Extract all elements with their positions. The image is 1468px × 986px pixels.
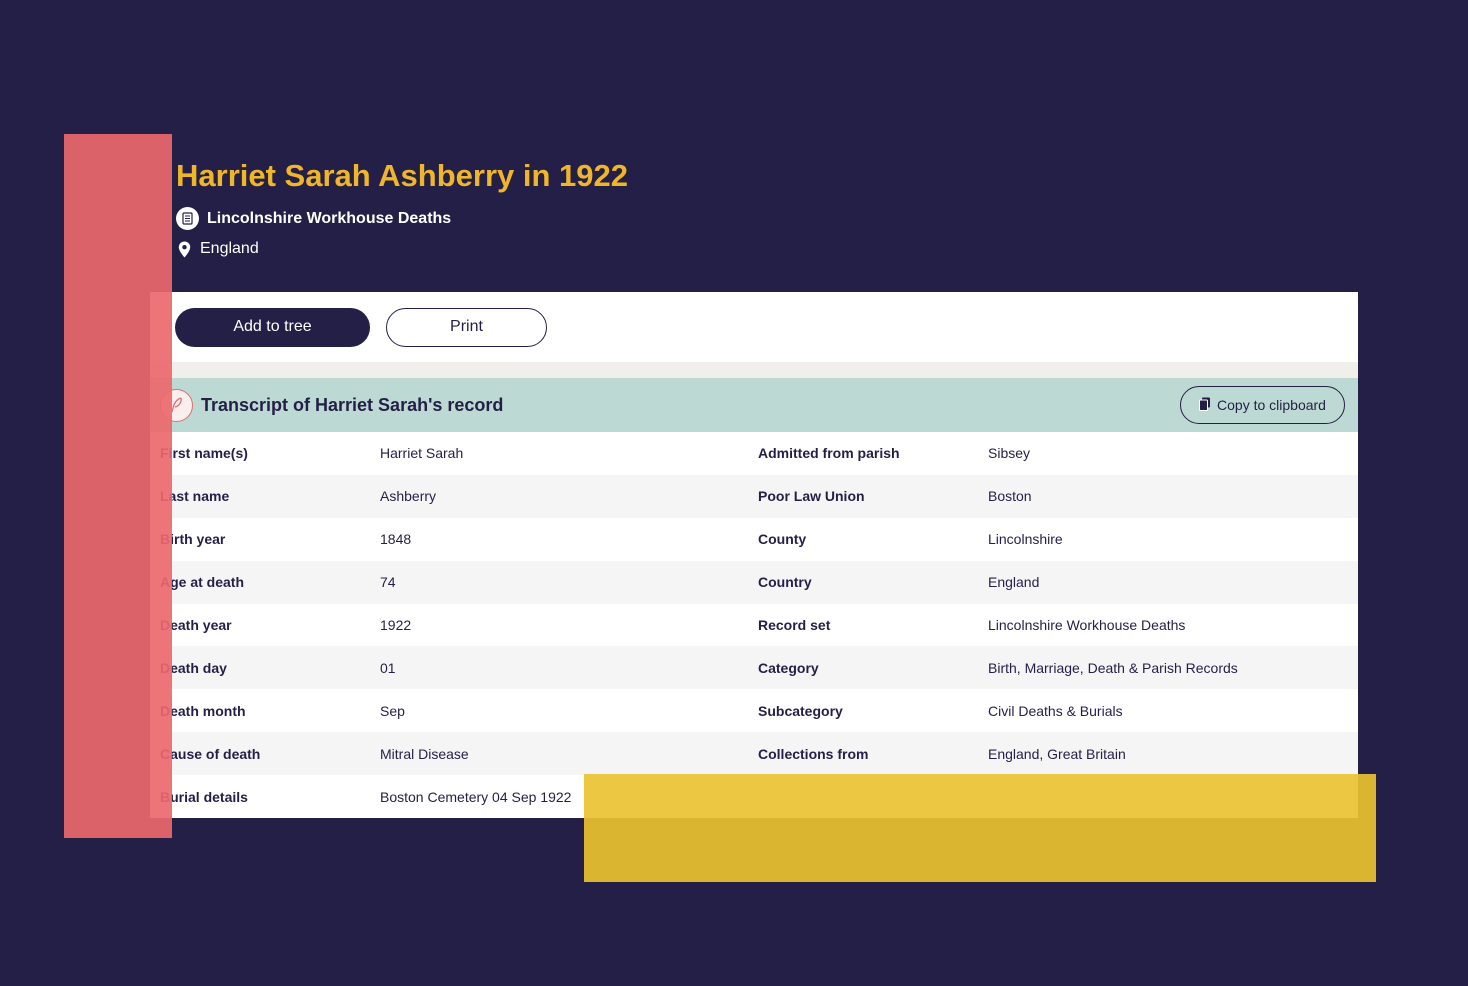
record-set-name[interactable]: Lincolnshire Workhouse Deaths — [207, 210, 451, 228]
table-row: Last name Ashberry Poor Law Union Boston — [150, 474, 1358, 518]
field-value: Harriet Sarah — [380, 445, 464, 462]
field-value: Lincolnshire Workhouse Deaths — [988, 617, 1186, 633]
field-label: Poor Law Union — [758, 488, 865, 505]
divider — [150, 362, 1358, 378]
field-value: England — [988, 574, 1040, 591]
field-label: Death day — [160, 659, 227, 676]
location-name: England — [200, 240, 259, 257]
decorative-red-block — [64, 134, 172, 838]
location-pin-icon — [176, 241, 192, 258]
table-row: Death month Sep Subcategory Civil Deaths… — [150, 689, 1358, 733]
field-value: Boston — [988, 488, 1032, 505]
field-label: Death month — [160, 702, 246, 719]
table-row: Death year 1922 Record set Lincolnshire … — [150, 603, 1358, 647]
field-value: England, Great Britain — [988, 745, 1126, 762]
field-label: Category — [758, 659, 819, 676]
field-label: Country — [758, 574, 812, 591]
field-label: Age at death — [160, 574, 245, 591]
field-value: Birth, Marriage, Death & Parish Records — [988, 659, 1238, 676]
transcript-title: Transcript of Harriet Sarah's record — [201, 394, 504, 415]
print-button[interactable]: Print — [386, 307, 547, 347]
field-value: Ashberry — [380, 488, 437, 505]
field-value: 01 — [380, 659, 396, 676]
page: Harriet Sarah Ashberry in 1922 Lincolnsh… — [0, 0, 1468, 986]
field-label: Cause of death — [160, 745, 261, 762]
table-row: Birth year 1848 County Lincolnshire — [150, 517, 1358, 561]
table-row: Death day 01 Category Birth, Marriage, D… — [150, 646, 1358, 690]
field-label: First name(s) — [160, 445, 248, 462]
decorative-yellow-highlight — [584, 774, 1358, 818]
transcript-table: First name(s) Harriet Sarah Admitted fro… — [150, 432, 1358, 819]
field-label: Collections from — [758, 745, 869, 762]
add-to-tree-button[interactable]: Add to tree — [175, 307, 370, 347]
field-label: Admitted from parish — [758, 445, 900, 462]
action-toolbar: Add to tree Print — [150, 292, 1358, 362]
field-label: Record set — [758, 617, 831, 633]
table-row: First name(s) Harriet Sarah Admitted fro… — [150, 432, 1358, 475]
clipboard-icon — [1199, 397, 1211, 414]
field-label: Birth year — [160, 531, 226, 548]
record-set-line: Lincolnshire Workhouse Deaths — [176, 207, 451, 230]
field-value: Sep — [380, 702, 405, 719]
copy-to-clipboard-label: Copy to clipboard — [1217, 397, 1326, 413]
copy-to-clipboard-button[interactable]: Copy to clipboard — [1180, 386, 1345, 424]
field-value: Lincolnshire — [988, 531, 1063, 548]
table-row: Cause of death Mitral Disease Collection… — [150, 732, 1358, 776]
table-row: Age at death 74 Country England — [150, 560, 1358, 604]
field-value: Sibsey — [988, 445, 1031, 462]
field-label: Burial details — [160, 788, 248, 805]
record-card: Add to tree Print Transcript of Harriet … — [150, 292, 1358, 819]
field-value: 74 — [380, 574, 396, 591]
field-value: 1922 — [380, 617, 412, 633]
field-value: Mitral Disease — [380, 745, 469, 762]
field-label: Subcategory — [758, 702, 843, 719]
field-value: Civil Deaths & Burials — [988, 702, 1123, 719]
page-title: Harriet Sarah Ashberry in 1922 — [176, 158, 629, 193]
field-value: 1848 — [380, 531, 412, 548]
transcript-header: Transcript of Harriet Sarah's record Cop… — [150, 378, 1358, 432]
document-icon — [176, 207, 199, 230]
location-line: England — [176, 240, 259, 258]
field-label: County — [758, 531, 807, 548]
field-label: Last name — [160, 488, 230, 505]
field-label: Death year — [160, 617, 232, 633]
